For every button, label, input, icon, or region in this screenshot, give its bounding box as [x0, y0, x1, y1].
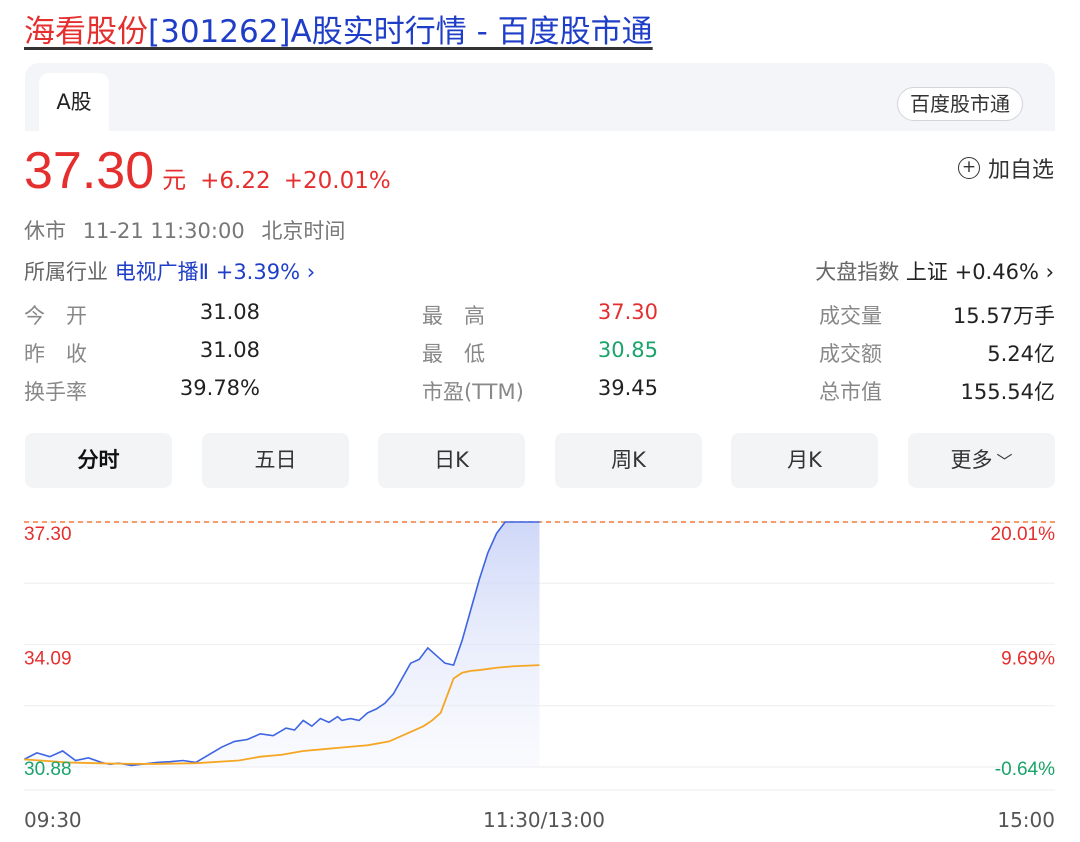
stat-value: 155.54亿 [960, 380, 1055, 404]
stat-label: 最 高 [422, 304, 485, 328]
stat-label: 换手率 [24, 380, 87, 404]
card-header: A股 百度股市通 [25, 63, 1055, 131]
stat-value-low: 30.85 [597, 338, 658, 362]
price-block: 37.30 元 +6.22 +20.01% [24, 136, 391, 206]
add-watchlist-button[interactable]: + 加自选 [957, 152, 1054, 184]
price-change: +6.22 [200, 168, 271, 194]
y-tick-label-left: 34.09 [24, 649, 72, 670]
tab-intraday[interactable]: 分时 [25, 433, 172, 488]
price-change-pct: +20.01% [283, 168, 391, 194]
stat-value: 39.78% [179, 376, 260, 400]
index-change: +0.46% [954, 260, 1039, 284]
index-name: 上证 [905, 260, 948, 284]
intraday-chart[interactable]: 37.30 34.09 30.88 20.01% 9.69% -0.64% [24, 505, 1055, 795]
price-unit: 元 [162, 166, 187, 194]
tab-five-day[interactable]: 五日 [202, 433, 349, 488]
tab-monthly-k[interactable]: 月K [731, 433, 878, 488]
market-status: 休市 11-21 11:30:00 北京时间 [24, 215, 355, 245]
y-tick-label-left: 37.30 [24, 524, 72, 545]
stats-row: 昨 收 31.08 最 低 30.85 成交额 5.24亿 [24, 338, 1055, 376]
tab-more[interactable]: 更多 ﹀ [908, 433, 1055, 488]
chevron-right-icon: › [306, 260, 316, 284]
stats-row: 今 开 31.08 最 高 37.30 成交量 15.57万手 [24, 300, 1055, 338]
stat-label: 成交额 [819, 342, 882, 366]
stat-label: 成交量 [819, 304, 882, 328]
y-tick-label-right: -0.64% [995, 759, 1055, 780]
industry-label: 所属行业 [24, 260, 108, 284]
industry-name: 电视广播Ⅱ [114, 260, 210, 284]
stat-label: 昨 收 [24, 342, 87, 366]
stat-value: 31.08 [199, 338, 260, 362]
stat-value: 31.08 [199, 300, 260, 324]
industry-change: +3.39% [215, 260, 301, 284]
stat-value: 15.57万手 [952, 304, 1055, 328]
index-label: 大盘指数 [815, 260, 900, 284]
x-tick-label: 09:30 [24, 808, 82, 832]
page-title[interactable]: 海看股份[301262]A股实时行情 - 百度股市通 [24, 10, 653, 54]
x-tick-label: 11:30/13:00 [483, 808, 606, 832]
add-watchlist-label: 加自选 [987, 158, 1054, 183]
stat-label: 总市值 [819, 380, 882, 404]
stat-label: 市盈(TTM) [422, 380, 524, 404]
stat-value: 5.24亿 [987, 342, 1055, 366]
chevron-down-icon: ﹀ [996, 452, 1013, 471]
source-badge-button[interactable]: 百度股市通 [897, 87, 1023, 121]
tab-a-share[interactable]: A股 [39, 73, 109, 131]
industry-link[interactable]: 所属行业 电视广播Ⅱ +3.39% › [24, 256, 315, 286]
x-tick-label: 15:00 [997, 808, 1055, 832]
y-tick-label-right: 20.01% [991, 524, 1055, 545]
y-tick-label-right: 9.69% [1001, 649, 1055, 670]
tab-weekly-k[interactable]: 周K [555, 433, 702, 488]
period-tabbar: 分时 五日 日K 周K 月K 更多 ﹀ [25, 433, 1055, 488]
chevron-right-icon: › [1045, 260, 1054, 284]
title-rest-link[interactable]: [301262]A股实时行情 - 百度股市通 [148, 14, 653, 50]
stat-value: 39.45 [597, 376, 658, 400]
y-tick-label-left: 30.88 [24, 759, 72, 780]
current-price: 37.30 [24, 142, 155, 200]
stat-label: 最 低 [422, 342, 485, 366]
tab-more-label: 更多 [950, 448, 993, 472]
stats-row: 换手率 39.78% 市盈(TTM) 39.45 总市值 155.54亿 [24, 376, 1055, 414]
quote-stats: 今 开 31.08 最 高 37.30 成交量 15.57万手 昨 收 31.0… [24, 300, 1055, 414]
market-index-link[interactable]: 大盘指数 上证 +0.46% › [815, 256, 1054, 286]
plus-circle-icon: + [957, 157, 980, 179]
stat-label: 今 开 [24, 304, 87, 328]
market-timezone: 北京时间 [261, 219, 346, 243]
stock-name-link[interactable]: 海看股份 [24, 14, 148, 50]
market-time: 11-21 11:30:00 [82, 219, 245, 243]
market-state: 休市 [24, 219, 66, 243]
stat-value-high: 37.30 [597, 300, 658, 324]
tab-daily-k[interactable]: 日K [378, 433, 525, 488]
